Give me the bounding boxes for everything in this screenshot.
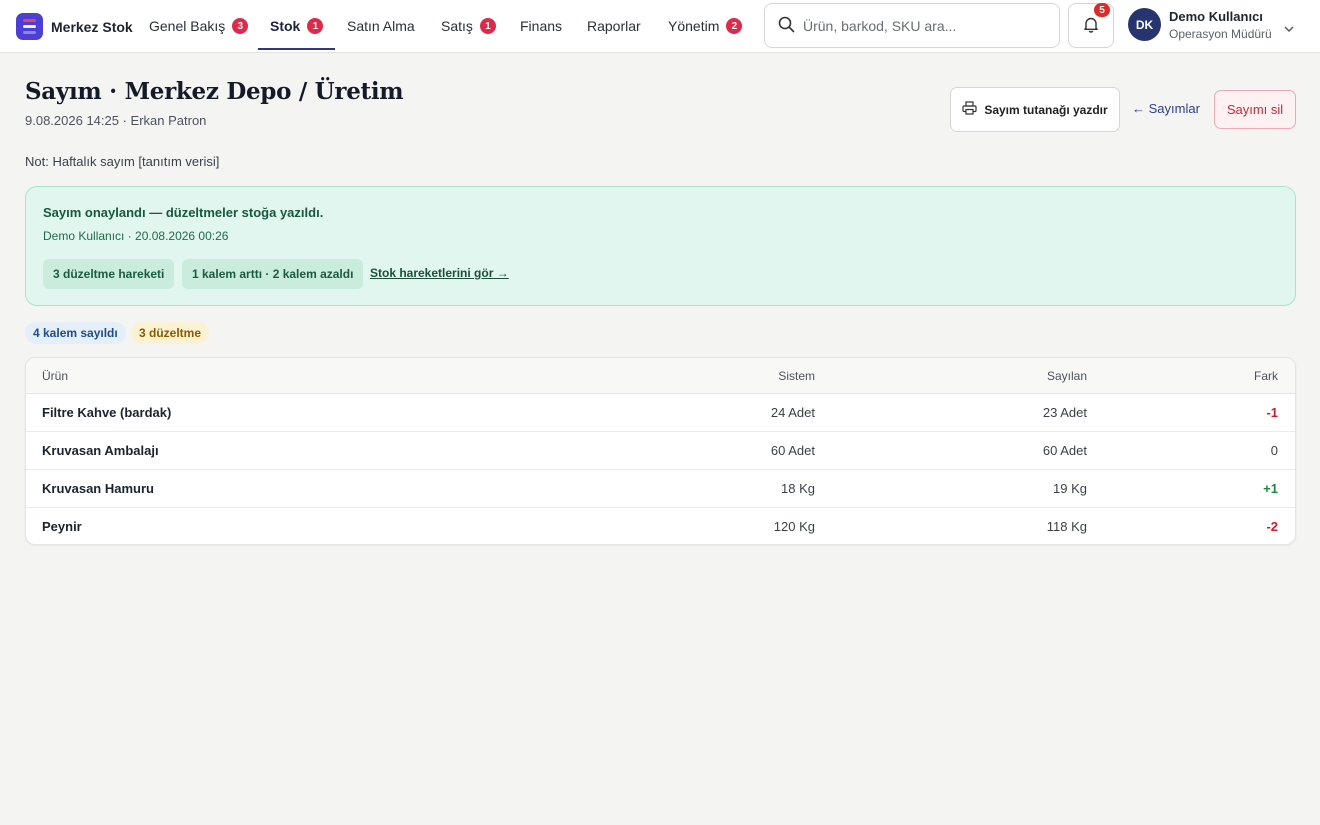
avatar: DK bbox=[1128, 8, 1161, 41]
nav-item-finans[interactable]: Finans bbox=[520, 0, 562, 52]
nav-item-raporlar[interactable]: Raporlar bbox=[587, 0, 641, 52]
counted-quantity: 118 Kg bbox=[1046, 519, 1087, 534]
brand[interactable]: Merkez Stok bbox=[16, 13, 133, 40]
back-to-counts-link[interactable]: ← Sayımlar bbox=[1132, 101, 1200, 116]
brand-name: Merkez Stok bbox=[51, 18, 133, 35]
print-button-label: Sayım tutanağı yazdır bbox=[984, 102, 1108, 117]
notifications-button[interactable]: 5 bbox=[1068, 3, 1114, 48]
counted-quantity: 23 Adet bbox=[1042, 405, 1087, 420]
nav-item-stok[interactable]: Stok 1 bbox=[258, 0, 336, 52]
system-quantity: 120 Kg bbox=[773, 519, 815, 534]
product-name: Kruvasan Hamuru bbox=[42, 481, 154, 496]
item-changes-chip: 1 kalem arttı · 2 kalem azaldı bbox=[182, 259, 364, 289]
table-row[interactable]: Peynir 120 Kg 118 Kg -2 bbox=[26, 508, 1295, 544]
nav-item-label: Satın Alma bbox=[347, 18, 415, 34]
nav-item-genel-bakis[interactable]: Genel Bakış 3 bbox=[149, 0, 249, 52]
approval-panel: Sayım onaylandı — düzeltmeler stoğa yazı… bbox=[25, 186, 1296, 306]
nav-item-label: Finans bbox=[520, 18, 563, 34]
count-note: Not: Haftalık sayım [tanıtım verisi] bbox=[25, 154, 220, 169]
brand-logo-icon bbox=[16, 13, 43, 40]
chevron-down-icon bbox=[1283, 21, 1295, 36]
adjustment-moves-chip: 3 düzeltme hareketi bbox=[43, 259, 175, 289]
printer-icon bbox=[962, 101, 977, 118]
counted-quantity: 19 Kg bbox=[1053, 481, 1087, 496]
table-header: Ürün Sistem Sayılan Fark bbox=[26, 358, 1295, 394]
bell-icon bbox=[1083, 16, 1099, 36]
nav-item-label: Stok bbox=[270, 18, 301, 34]
system-quantity: 60 Adet bbox=[770, 443, 815, 458]
top-navbar: Merkez Stok Genel Bakış 3 Stok 1 Satın A… bbox=[0, 0, 1320, 53]
count-table: Ürün Sistem Sayılan Fark Filtre Kahve (b… bbox=[25, 357, 1296, 545]
user-name: Demo Kullanıcı bbox=[1169, 8, 1263, 24]
table-row[interactable]: Kruvasan Hamuru 18 Kg 19 Kg +1 bbox=[26, 470, 1295, 508]
column-header-counted: Sayılan bbox=[1046, 369, 1087, 383]
page-title: Sayım · Merkez Depo / Üretim bbox=[25, 78, 404, 105]
quantity-difference: +1 bbox=[1263, 481, 1278, 496]
nav-badge: 1 bbox=[307, 18, 324, 34]
system-quantity: 18 Kg bbox=[781, 481, 815, 496]
product-name: Peynir bbox=[42, 519, 82, 534]
delete-count-button[interactable]: Sayımı sil bbox=[1214, 90, 1296, 129]
quantity-difference: 0 bbox=[1270, 443, 1278, 458]
nav-item-satis[interactable]: Satış 1 bbox=[441, 0, 496, 52]
column-header-product: Ürün bbox=[42, 369, 69, 383]
nav-item-label: Yönetim bbox=[668, 18, 720, 34]
column-header-diff: Fark bbox=[1254, 369, 1278, 383]
page-subtitle: 9.08.2026 14:25 · Erkan Patron bbox=[25, 113, 207, 128]
print-report-button[interactable]: Sayım tutanağı yazdır bbox=[950, 87, 1120, 132]
column-header-system: Sistem bbox=[778, 369, 815, 383]
nav-badge: 3 bbox=[232, 18, 249, 34]
user-menu[interactable]: DK Demo Kullanıcı Operasyon Müdürü bbox=[1128, 8, 1294, 41]
adjustments-badge: 3 düzeltme bbox=[131, 322, 210, 344]
product-name: Filtre Kahve (bardak) bbox=[42, 405, 172, 420]
approval-meta: Demo Kullanıcı · 20.08.2026 00:26 bbox=[43, 229, 229, 243]
user-role: Operasyon Müdürü bbox=[1169, 26, 1272, 41]
nav-item-label: Satış bbox=[441, 18, 473, 34]
nav-item-satin-alma[interactable]: Satın Alma bbox=[347, 0, 415, 52]
system-quantity: 24 Adet bbox=[770, 405, 815, 420]
search-icon bbox=[778, 16, 795, 36]
counted-items-badge: 4 kalem sayıldı bbox=[25, 322, 126, 344]
approval-title: Sayım onaylandı — düzeltmeler stoğa yazı… bbox=[43, 205, 324, 220]
notification-count-badge: 5 bbox=[1094, 3, 1110, 17]
product-name: Kruvasan Ambalajı bbox=[42, 443, 159, 458]
search-input[interactable] bbox=[803, 17, 1043, 34]
nav-item-yonetim[interactable]: Yönetim 2 bbox=[668, 0, 743, 52]
nav-item-label: Genel Bakış bbox=[149, 18, 226, 34]
counted-quantity: 60 Adet bbox=[1042, 443, 1087, 458]
table-row[interactable]: Kruvasan Ambalajı 60 Adet 60 Adet 0 bbox=[26, 432, 1295, 470]
nav-item-label: Raporlar bbox=[587, 18, 641, 34]
nav-badge: 1 bbox=[479, 18, 496, 34]
quantity-difference: -1 bbox=[1266, 405, 1278, 420]
stock-movements-link[interactable]: Stok hareketlerini gör → bbox=[370, 266, 509, 280]
quantity-difference: -2 bbox=[1266, 519, 1278, 534]
table-row[interactable]: Filtre Kahve (bardak) 24 Adet 23 Adet -1 bbox=[26, 394, 1295, 432]
search-box bbox=[764, 3, 1060, 48]
nav-badge: 2 bbox=[726, 18, 743, 34]
